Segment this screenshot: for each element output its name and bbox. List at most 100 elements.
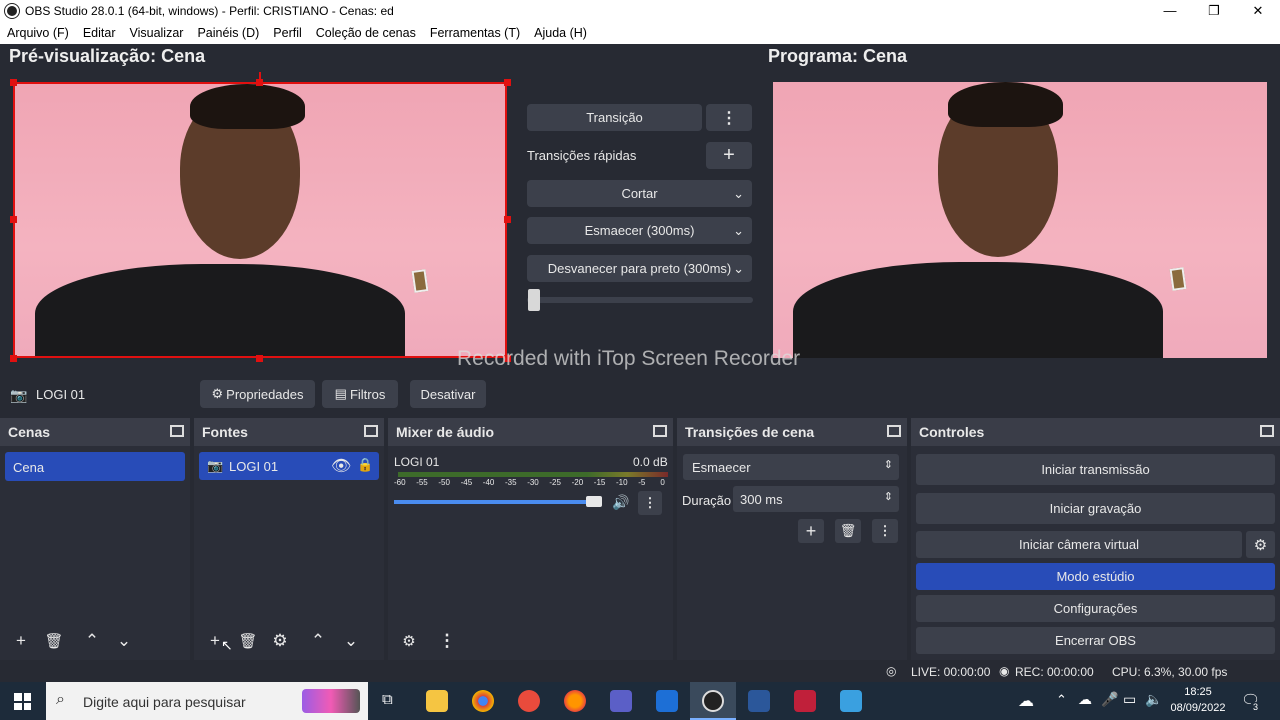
chevron-up-icon[interactable]: ⌃ xyxy=(79,629,105,653)
add-transition-button[interactable]: + xyxy=(798,519,824,543)
source-item[interactable]: 📷 LOGI 01 👁 🔒 xyxy=(199,452,379,480)
weather-icon[interactable]: ☁ xyxy=(1018,691,1034,711)
dock-icon[interactable] xyxy=(364,425,378,437)
transition-more-icon[interactable]: ⋮ xyxy=(706,104,752,131)
transition-button[interactable]: Transição xyxy=(527,104,702,131)
duration-input[interactable]: 300 ms ⇕ xyxy=(733,486,899,512)
quick-transition-esmaecer[interactable]: Esmaecer (300ms) ⌄ xyxy=(527,217,752,244)
transition-slider-thumb[interactable] xyxy=(528,289,540,311)
microphone-icon[interactable]: 🎤 xyxy=(1101,691,1118,708)
menu-ferramentas[interactable]: Ferramentas (T) xyxy=(423,26,527,40)
mixer-scale-tick: -60 xyxy=(394,478,406,487)
mixer-scale-tick: -45 xyxy=(460,478,473,487)
app-icon[interactable] xyxy=(518,690,540,712)
quick-transition-desvanecer[interactable]: Desvanecer para preto (300ms) ⌄ xyxy=(527,255,752,282)
dock-icon[interactable] xyxy=(887,425,901,437)
chevron-up-icon[interactable]: ⌃ xyxy=(305,629,331,653)
obs-icon[interactable] xyxy=(702,690,724,712)
obs-logo-icon xyxy=(5,4,19,18)
tray-chevron-icon[interactable]: ⌃ xyxy=(1056,692,1067,708)
start-streaming-button[interactable]: Iniciar transmissão xyxy=(916,454,1275,485)
clock-date[interactable]: 08/09/2022 xyxy=(1166,702,1230,714)
add-quick-transition-button[interactable]: + xyxy=(706,142,752,169)
recorder-icon[interactable] xyxy=(794,690,816,712)
filters-button[interactable]: ▤ Filtros xyxy=(322,380,398,408)
mixer-scale-tick: -55 xyxy=(416,478,428,487)
settings-button[interactable]: Configurações xyxy=(916,595,1275,622)
selected-source-name: LOGI 01 xyxy=(36,387,86,402)
resize-handle[interactable] xyxy=(10,79,17,86)
scenes-header: Cenas xyxy=(0,418,190,446)
shield-icon[interactable] xyxy=(656,690,678,712)
scene-item[interactable]: Cena xyxy=(5,452,185,481)
transition-select[interactable]: Esmaecer ⇕ xyxy=(683,454,899,480)
trash-icon[interactable]: 🗑 xyxy=(835,519,861,543)
chevron-down-icon[interactable]: ⌄ xyxy=(111,629,137,653)
word-icon[interactable] xyxy=(748,690,770,712)
resize-handle[interactable] xyxy=(10,216,17,223)
properties-button[interactable]: ⚙ Propriedades xyxy=(200,380,315,408)
windows-start-icon[interactable] xyxy=(14,693,31,710)
eye-icon[interactable]: 👁 xyxy=(331,456,351,476)
volume-slider-thumb[interactable] xyxy=(586,496,602,507)
more-options-icon[interactable]: ⋮ xyxy=(434,629,460,653)
add-scene-button[interactable]: + xyxy=(8,629,34,653)
resize-handle[interactable] xyxy=(256,355,263,362)
exit-button[interactable]: Encerrar OBS xyxy=(916,627,1275,654)
menu-perfil[interactable]: Perfil xyxy=(266,26,308,40)
broadcast-icon: ◎ xyxy=(886,664,897,678)
start-recording-button[interactable]: Iniciar gravação xyxy=(916,493,1275,524)
minimize-button[interactable]: — xyxy=(1148,0,1192,22)
menu-ajuda[interactable]: Ajuda (H) xyxy=(527,26,594,40)
gear-icon[interactable]: ⚙ xyxy=(1246,531,1275,558)
rec-status: REC: 00:00:00 xyxy=(1015,665,1094,679)
studio-mode-button[interactable]: Modo estúdio xyxy=(916,563,1275,590)
app-icon[interactable] xyxy=(840,690,862,712)
chrome-icon[interactable] xyxy=(472,690,494,712)
resize-handle[interactable] xyxy=(504,79,511,86)
maximize-button[interactable]: ❐ xyxy=(1192,0,1236,22)
close-button[interactable]: ✕ xyxy=(1236,0,1280,22)
taskbar-search[interactable]: ⌕ Digite aqui para pesquisar xyxy=(46,682,368,720)
gear-icon[interactable]: ⚙ xyxy=(267,629,293,653)
teams-icon[interactable] xyxy=(610,690,632,712)
onedrive-icon[interactable]: ☁ xyxy=(1078,691,1092,708)
task-view-icon[interactable]: ⧉ xyxy=(382,691,393,708)
gear-icon[interactable]: ⚙ xyxy=(396,629,422,653)
mixer-title: Mixer de áudio xyxy=(396,424,495,440)
quick-transition-cortar[interactable]: Cortar ⌄ xyxy=(527,180,752,207)
firefox-icon[interactable] xyxy=(564,690,586,712)
trash-icon[interactable]: 🗑 xyxy=(41,629,67,653)
transition-slider[interactable] xyxy=(527,297,753,303)
network-icon[interactable]: ▭ xyxy=(1123,691,1136,708)
rotation-handle[interactable] xyxy=(259,72,261,82)
menu-editar[interactable]: Editar xyxy=(76,26,123,40)
menu-paineis[interactable]: Painéis (D) xyxy=(190,26,266,40)
menu-visualizar[interactable]: Visualizar xyxy=(122,26,190,40)
clock-time[interactable]: 18:25 xyxy=(1170,686,1226,698)
transition-more-icon[interactable]: ⋮ xyxy=(872,519,898,543)
gear-icon: ⚙ xyxy=(211,386,224,401)
volume-icon[interactable]: 🔈 xyxy=(1145,691,1162,708)
menu-arquivo[interactable]: Arquivo (F) xyxy=(0,26,76,40)
menu-colecao-cenas[interactable]: Coleção de cenas xyxy=(309,26,423,40)
live-status: LIVE: 00:00:00 xyxy=(911,665,991,679)
dock-icon[interactable] xyxy=(170,425,184,437)
spinner-icon[interactable]: ⇕ xyxy=(884,490,893,503)
mixer-more-icon[interactable]: ⋮ xyxy=(638,491,662,515)
lock-icon[interactable]: 🔒 xyxy=(357,457,373,473)
start-virtual-camera-button[interactable]: Iniciar câmera virtual xyxy=(916,531,1242,558)
preview-canvas[interactable] xyxy=(13,82,507,358)
mixer-scale-tick: -10 xyxy=(616,478,628,487)
resize-handle[interactable] xyxy=(10,355,17,362)
dock-icon[interactable] xyxy=(653,425,667,437)
scene-transitions-header: Transições de cena xyxy=(677,418,907,446)
resize-handle[interactable] xyxy=(504,216,511,223)
file-explorer-icon[interactable] xyxy=(426,690,448,712)
scene-transitions-title: Transições de cena xyxy=(685,424,815,440)
chevron-down-icon[interactable]: ⌄ xyxy=(338,629,364,653)
dock-icon[interactable] xyxy=(1260,425,1274,437)
speaker-icon[interactable]: 🔊 xyxy=(612,494,629,511)
trash-icon[interactable]: 🗑 xyxy=(235,629,261,653)
disable-button[interactable]: Desativar xyxy=(410,380,486,408)
